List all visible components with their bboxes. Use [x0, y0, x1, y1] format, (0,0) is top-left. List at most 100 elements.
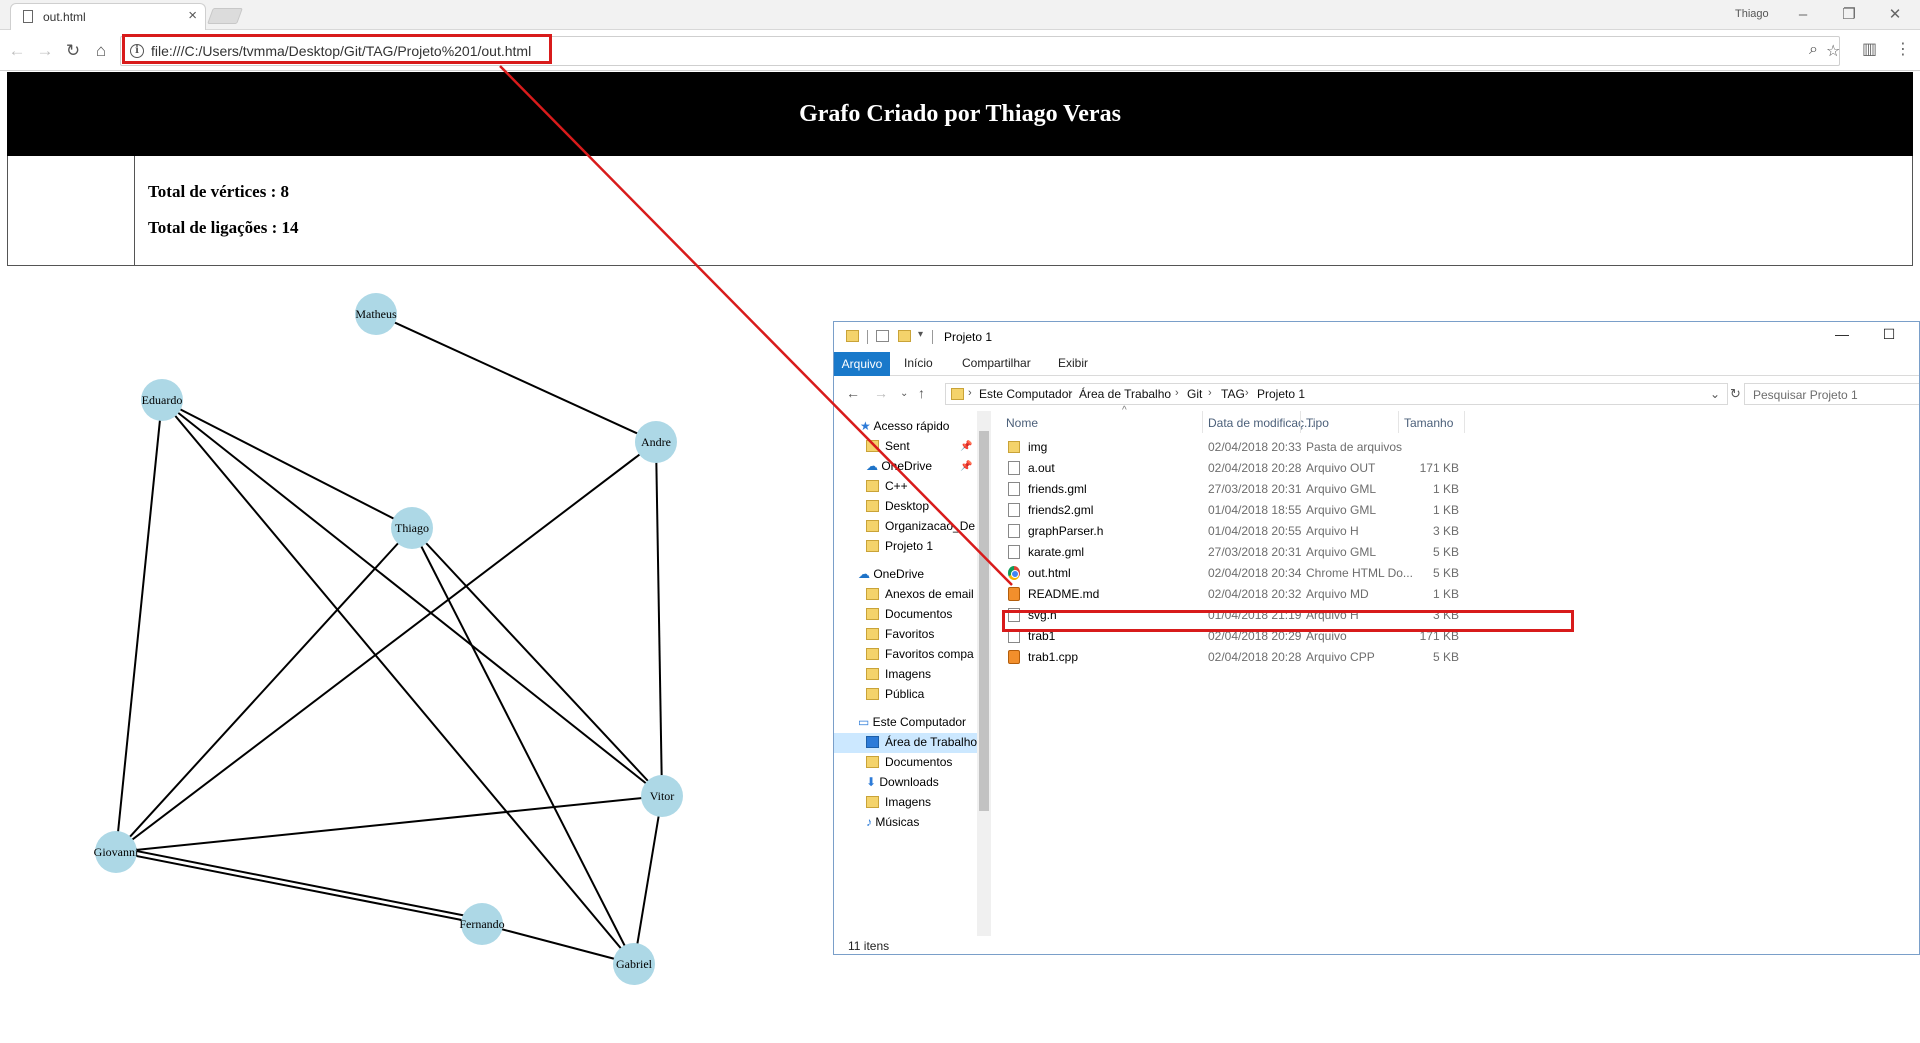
- nav-desktop[interactable]: Desktop: [866, 499, 929, 513]
- menu-icon[interactable]: ⋮: [1895, 39, 1911, 59]
- column-tipo[interactable]: Tipo: [1306, 416, 1329, 430]
- file-icon: [1008, 545, 1020, 559]
- node-thiago: Thiago: [391, 507, 433, 549]
- status-bar: 11 itens: [834, 936, 1919, 954]
- nav-favoritos-compartilhados[interactable]: Favoritos compa: [866, 647, 974, 661]
- browser-tab[interactable]: out.html ×: [10, 3, 206, 30]
- file-row[interactable]: img 02/04/2018 20:33 Pasta de arquivos: [994, 437, 1574, 457]
- row-highlight-annotation: [1002, 610, 1574, 632]
- url-highlight-annotation: [122, 34, 552, 64]
- column-divider[interactable]: [1202, 411, 1203, 433]
- file-row[interactable]: karate.gml 27/03/2018 20:31 Arquivo GML 5 K…: [994, 542, 1574, 562]
- minimize-icon[interactable]: —: [1827, 326, 1857, 342]
- nav-acesso-rapido[interactable]: ★ Acesso rápido: [860, 419, 949, 433]
- bookmark-star-icon[interactable]: ☆: [1826, 41, 1840, 61]
- refresh-icon[interactable]: ↻: [1730, 386, 1741, 402]
- close-icon[interactable]: ×: [188, 7, 197, 24]
- column-divider[interactable]: [1398, 411, 1399, 433]
- crumb-tag[interactable]: TAG: [1221, 387, 1245, 401]
- home-icon[interactable]: ⌂: [88, 38, 114, 64]
- crumb-area-de-trabalho[interactable]: Área de Trabalho: [1079, 387, 1171, 401]
- nav-imagens-onedrive[interactable]: Imagens: [866, 667, 931, 681]
- nav-musicas[interactable]: ♪ Músicas: [866, 815, 919, 829]
- properties-icon[interactable]: [876, 330, 889, 342]
- nav-cpp[interactable]: C++: [866, 479, 908, 493]
- nav-sent[interactable]: Sent: [866, 439, 910, 453]
- nav-anexos-de-email[interactable]: Anexos de email: [866, 587, 974, 601]
- tab-compartilhar[interactable]: Compartilhar: [962, 356, 1031, 370]
- file-icon: [1008, 503, 1020, 517]
- file-icon: [1008, 461, 1020, 475]
- nav-favoritos[interactable]: Favoritos: [866, 627, 934, 641]
- chevron-right-icon[interactable]: ›: [1068, 387, 1072, 399]
- up-icon[interactable]: ↑: [918, 385, 925, 401]
- search-input[interactable]: Pesquisar Projeto 1: [1744, 383, 1919, 405]
- minimize-icon[interactable]: –: [1783, 2, 1823, 28]
- table-divider: [134, 156, 135, 266]
- reload-icon[interactable]: ↻: [60, 38, 86, 64]
- tab-arquivo[interactable]: Arquivo: [834, 352, 890, 376]
- graph-canvas: Matheus Eduardo Andre Thiago Vitor Giovanni Fe…: [94, 293, 683, 985]
- back-icon[interactable]: ←: [4, 38, 30, 64]
- file-row[interactable]: friends.gml 27/03/2018 20:31 Arquivo GML 1 …: [994, 479, 1574, 499]
- close-window-icon[interactable]: ✕: [1875, 2, 1915, 28]
- file-row[interactable]: trab1.cpp 02/04/2018 20:28 Arquivo CPP 5 KB: [994, 647, 1574, 667]
- extension-icon[interactable]: ▥: [1862, 39, 1877, 59]
- crumb-este-computador[interactable]: Este Computador: [979, 387, 1072, 401]
- maximize-icon[interactable]: ☐: [1874, 326, 1904, 343]
- node-giovanni: Giovanni: [94, 831, 139, 873]
- chevron-down-icon[interactable]: ⌄: [900, 388, 908, 399]
- column-divider[interactable]: [1300, 411, 1301, 433]
- file-row[interactable]: graphParser.h 01/04/2018 20:55 Arquivo H 3 …: [994, 521, 1574, 541]
- file-row[interactable]: out.html 02/04/2018 20:34 Chrome HTML Do..…: [994, 563, 1574, 583]
- file-row[interactable]: README.md 02/04/2018 20:32 Arquivo MD 1 KB: [994, 584, 1574, 604]
- nav-scrollbar[interactable]: [977, 411, 991, 936]
- scroll-thumb[interactable]: [979, 431, 989, 811]
- search-placeholder: Pesquisar Projeto 1: [1753, 388, 1858, 402]
- chevron-right-icon[interactable]: ›: [1245, 387, 1249, 399]
- nav-este-computador[interactable]: ▭ Este Computador: [858, 715, 966, 729]
- file-size: 1 KB: [1432, 482, 1459, 496]
- column-tamanho[interactable]: Tamanho: [1404, 416, 1453, 430]
- nav-onedrive[interactable]: ☁ OneDrive: [858, 567, 924, 581]
- new-tab-button[interactable]: [207, 8, 243, 24]
- nav-area-de-trabalho[interactable]: Área de Trabalho: [834, 733, 979, 753]
- profile-name[interactable]: Thiago: [1735, 8, 1769, 20]
- chevron-right-icon[interactable]: ›: [1175, 387, 1179, 399]
- file-row[interactable]: a.out 02/04/2018 20:28 Arquivo OUT 171 KB: [994, 458, 1574, 478]
- crumb-git[interactable]: Git: [1187, 387, 1202, 401]
- column-divider[interactable]: [1464, 411, 1465, 433]
- nav-projeto-1[interactable]: Projeto 1: [866, 539, 933, 553]
- breadcrumb[interactable]: › Este Computador › Área de Trabalho › G…: [945, 383, 1728, 405]
- nav-organizacao[interactable]: Organizacao_De: [866, 519, 975, 533]
- chevron-down-icon[interactable]: ▾: [918, 329, 923, 340]
- nav-documentos[interactable]: Documentos: [866, 755, 952, 769]
- back-icon[interactable]: ←: [846, 385, 860, 401]
- node-label: Giovanni: [94, 845, 139, 859]
- chevron-right-icon[interactable]: ›: [968, 387, 972, 399]
- nav-onedrive-pinned[interactable]: ☁ OneDrive: [866, 459, 932, 473]
- column-data[interactable]: Data de modificaç...: [1208, 416, 1314, 430]
- zoom-icon[interactable]: ⌕: [1809, 41, 1818, 59]
- chevron-down-icon[interactable]: ⌄: [1710, 387, 1720, 401]
- folder-icon: [866, 648, 879, 660]
- separator: [932, 330, 933, 344]
- tab-exibir[interactable]: Exibir: [1058, 356, 1088, 370]
- file-date: 01/04/2018 20:55: [1208, 524, 1302, 538]
- nav-documentos-onedrive[interactable]: Documentos: [866, 607, 952, 621]
- restore-icon[interactable]: ❐: [1829, 2, 1869, 28]
- forward-icon[interactable]: →: [874, 385, 888, 401]
- column-nome[interactable]: Nome: [1006, 416, 1038, 430]
- nav-imagens[interactable]: Imagens: [866, 795, 931, 809]
- file-date: 27/03/2018 20:31: [1208, 545, 1302, 559]
- chrome-icon: [1008, 566, 1020, 580]
- nav-downloads[interactable]: ⬇ Downloads: [866, 775, 939, 789]
- tab-inicio[interactable]: Início: [904, 356, 933, 370]
- file-row[interactable]: friends2.gml 01/04/2018 18:55 Arquivo GML 1…: [994, 500, 1574, 520]
- new-folder-icon[interactable]: [898, 330, 911, 342]
- chevron-right-icon[interactable]: ›: [1208, 387, 1212, 399]
- file-type: Arquivo GML: [1306, 482, 1377, 496]
- forward-icon[interactable]: →: [32, 38, 58, 64]
- crumb-projeto-1[interactable]: Projeto 1: [1257, 387, 1305, 401]
- nav-publica[interactable]: Pública: [866, 687, 924, 701]
